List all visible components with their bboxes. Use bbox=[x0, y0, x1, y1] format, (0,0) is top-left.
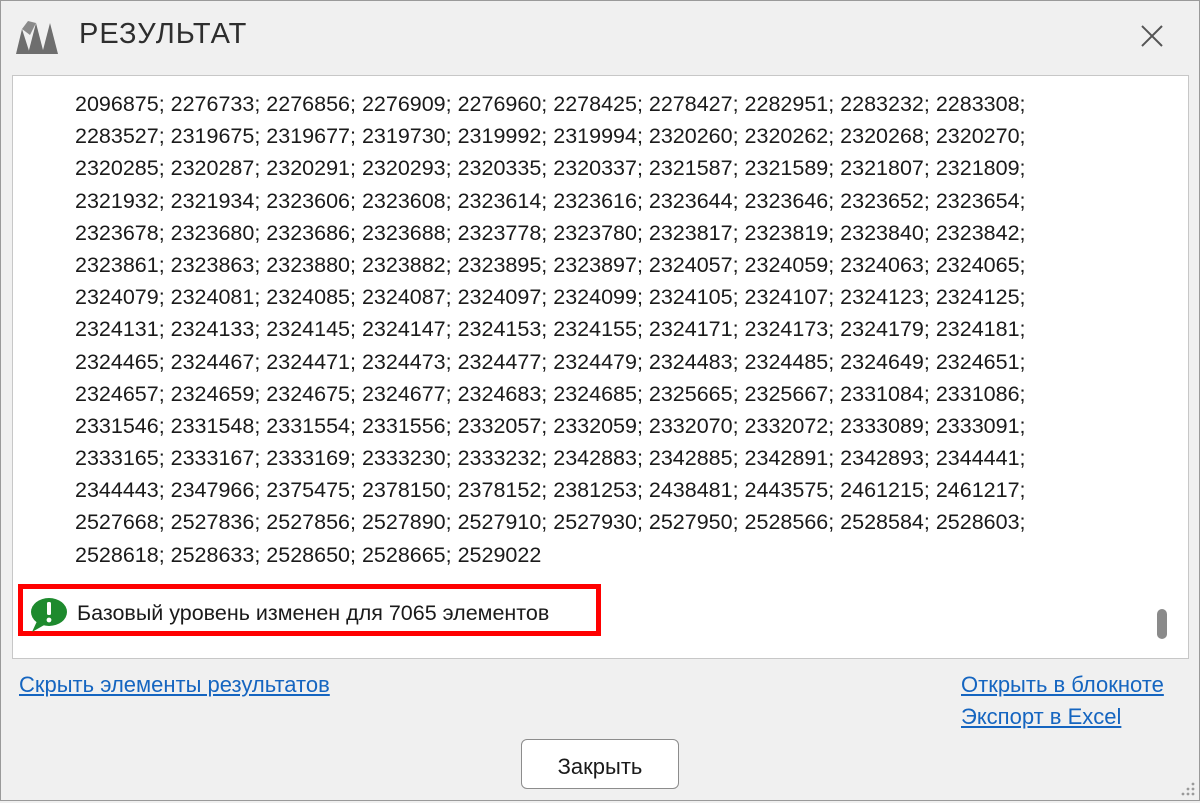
id-line: 2323861; 2323863; 2323880; 2323882; 2323… bbox=[75, 252, 1026, 277]
close-button[interactable]: Закрыть bbox=[521, 739, 679, 789]
id-line: 2324657; 2324659; 2324675; 2324677; 2324… bbox=[75, 381, 1026, 406]
status-message-text: Базовый уровень изменен для 7065 элемент… bbox=[77, 601, 550, 625]
open-in-notepad-link[interactable]: Открыть в блокноте bbox=[961, 672, 1164, 698]
id-line: 2324131; 2324133; 2324145; 2324147; 2324… bbox=[75, 317, 1026, 342]
hide-results-link[interactable]: Скрыть элементы результатов bbox=[19, 672, 330, 698]
id-line: 2324079; 2324081; 2324085; 2324087; 2324… bbox=[75, 285, 1026, 310]
title-bar: РЕЗУЛЬТАТ bbox=[1, 1, 1199, 71]
element-id-list: 2096875; 2276733; 2276856; 2276909; 2276… bbox=[75, 88, 1135, 571]
id-line: 2320285; 2320287; 2320291; 2320293; 2320… bbox=[75, 156, 1026, 181]
id-line: 2096875; 2276733; 2276856; 2276909; 2276… bbox=[75, 92, 1026, 116]
status-message: Базовый уровень изменен для 7065 элемент… bbox=[18, 584, 601, 636]
close-icon[interactable] bbox=[1138, 22, 1166, 50]
id-line: 2344443; 2347966; 2375475; 2378150; 2378… bbox=[75, 478, 1026, 503]
success-alert-icon bbox=[28, 597, 68, 638]
export-to-excel-link[interactable]: Экспорт в Excel bbox=[961, 704, 1121, 730]
app-logo-icon bbox=[14, 21, 64, 60]
result-dialog: РЕЗУЛЬТАТ 2096875; 2276733; 2276856; 227… bbox=[0, 0, 1200, 801]
id-line: 2321932; 2321934; 2323606; 2323608; 2323… bbox=[75, 188, 1026, 213]
resize-grip-icon[interactable] bbox=[1177, 778, 1197, 803]
scrollbar-thumb[interactable] bbox=[1157, 609, 1167, 639]
id-line: 2333165; 2333167; 2333169; 2333230; 2333… bbox=[75, 446, 1026, 471]
id-line: 2283527; 2319675; 2319677; 2319730; 2319… bbox=[75, 124, 1026, 149]
results-panel[interactable]: 2096875; 2276733; 2276856; 2276909; 2276… bbox=[12, 75, 1189, 659]
id-line: 2331546; 2331548; 2331554; 2331556; 2332… bbox=[75, 413, 1026, 438]
id-line: 2528618; 2528633; 2528650; 2528665; 2529… bbox=[75, 542, 542, 567]
id-line: 2323678; 2323680; 2323686; 2323688; 2323… bbox=[75, 220, 1026, 245]
id-line: 2527668; 2527836; 2527856; 2527890; 2527… bbox=[75, 510, 1026, 535]
id-line: 2324465; 2324467; 2324471; 2324473; 2324… bbox=[75, 349, 1026, 374]
dialog-title: РЕЗУЛЬТАТ bbox=[79, 18, 248, 50]
